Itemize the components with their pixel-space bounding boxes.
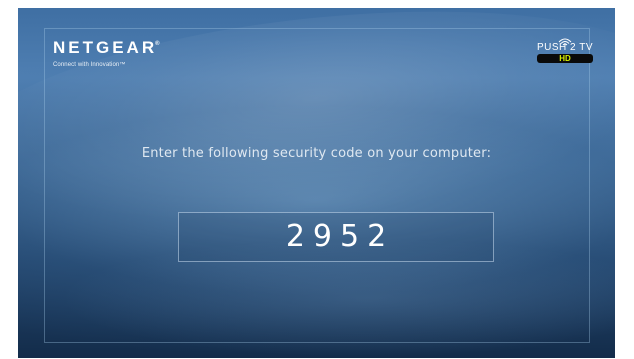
- logo-wordmark: NETGEAR®: [53, 39, 162, 61]
- hd-badge: HD: [537, 54, 593, 63]
- security-code-instruction: Enter the following security code on you…: [141, 146, 492, 161]
- registered-mark: ®: [155, 41, 160, 47]
- netgear-logo: NETGEAR® Connect with Innovation™: [53, 39, 162, 69]
- security-code: 2952: [285, 219, 395, 254]
- tv-screen: NETGEAR® Connect with Innovation™ PUSH 2…: [18, 8, 615, 358]
- brand-name: NETGEAR: [53, 38, 158, 57]
- wifi-icon: [558, 32, 572, 46]
- content-frame: [44, 28, 590, 343]
- push2tv-logo: PUSH 2 TV HD: [535, 32, 595, 63]
- logo-tagline: Connect with Innovation™: [53, 62, 126, 68]
- product-name: PUSH 2 TV: [537, 42, 593, 53]
- security-code-box: 2952: [178, 212, 494, 262]
